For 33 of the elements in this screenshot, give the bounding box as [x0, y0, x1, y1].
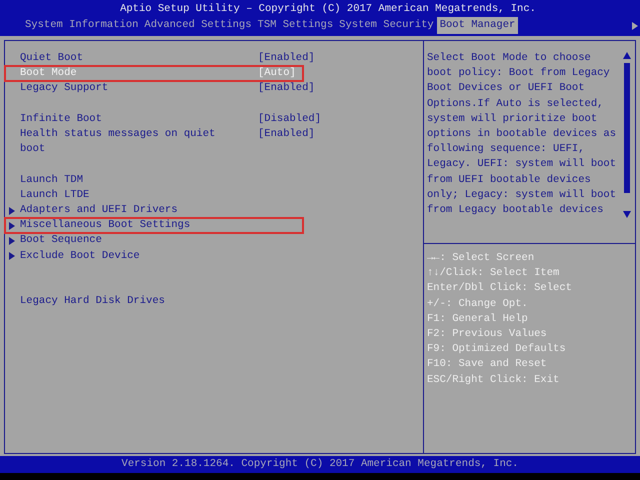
key-hint: Enter/Dbl Click: Select [427, 281, 573, 296]
tab[interactable]: TSM Settings [254, 17, 336, 34]
window-title: Aptio Setup Utility – Copyright (C) 2017 American Megatrends, Inc. [119, 2, 537, 17]
setting-label[interactable]: Adapters and UEFI Drivers [19, 203, 228, 218]
tab[interactable]: Boot Manager [436, 17, 518, 34]
setting-label[interactable]: Infinite Boot [19, 112, 228, 127]
key-hint: +/-: Change Opt. [427, 296, 529, 312]
setting-label[interactable]: Quiet Boot [19, 51, 228, 66]
setting-value[interactable]: [Enabled] [258, 51, 315, 66]
right-arrow-icon[interactable] [632, 22, 638, 30]
key-hint: F10: Save and Reset [427, 357, 548, 372]
setting-label[interactable]: Launch TDM [19, 172, 228, 188]
setting-label[interactable]: Miscellaneous Boot Settings [19, 218, 228, 234]
setting-label[interactable]: Boot Sequence [19, 233, 228, 249]
key-hint: →←: Select Screen [427, 251, 536, 266]
tab[interactable]: System Information [22, 17, 142, 34]
setting-label[interactable]: Legacy Support [19, 81, 228, 97]
tab[interactable]: System Security [336, 17, 437, 34]
setting-value[interactable]: [Enabled] [258, 81, 315, 97]
help-text: Select Boot Mode to choose boot policy: Boot from Legacy Boot Devices or UEFI Boot Options.If Auto is selected, system will prioritize boot options in bootable devices as following sequence: UEFI, Legacy. UEFI: system will boot from UEFI bootable devices only; Legacy: system will boot from Legacy bootable devices [427, 51, 616, 218]
key-hint: F2: Previous Values [427, 327, 548, 342]
setting-value[interactable]: [Enabled] [258, 127, 315, 158]
key-hint: ↑↓/Click: Select Item [427, 266, 560, 282]
key-hint: F1: General Help [427, 312, 529, 327]
setting-label[interactable]: Legacy Hard Disk Drives [19, 294, 228, 310]
setting-value[interactable]: [Disabled] [258, 112, 322, 127]
key-hint: F9: Optimized Defaults [427, 342, 567, 358]
tab[interactable]: Advanced Settings [141, 17, 255, 34]
setting-label[interactable]: Launch LTDE [19, 188, 228, 203]
status-text: Version 2.18.1264. Copyright (C) 2017 American Megatrends, Inc. [122, 458, 518, 470]
setting-label[interactable]: Exclude Boot Device [19, 248, 228, 264]
key-hint: ESC/Right Click: Exit [427, 372, 560, 388]
setting-label[interactable]: Health status messages on quiet boot [19, 127, 228, 158]
